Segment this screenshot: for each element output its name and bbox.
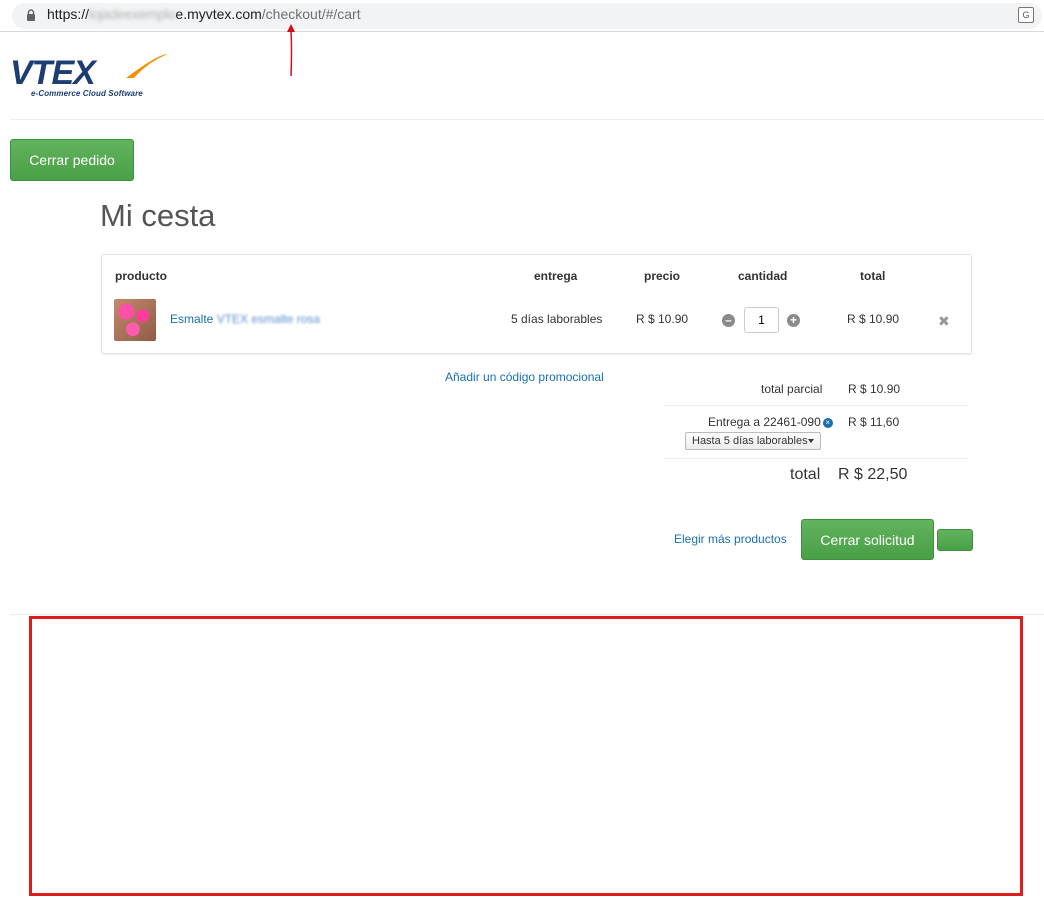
add-promo-code-link[interactable]: Añadir un código promocional xyxy=(445,370,604,384)
header-divider xyxy=(10,119,1044,120)
column-header-delivery: entrega xyxy=(534,269,578,283)
cart-table: producto entrega precio cantidad total E… xyxy=(101,254,972,354)
footer-divider xyxy=(10,614,1044,615)
annotation-highlight-box xyxy=(29,616,1023,896)
column-header-price: precio xyxy=(644,269,681,283)
column-header-quantity: cantidad xyxy=(738,269,788,283)
item-delivery: 5 días laborables xyxy=(511,312,603,326)
remove-item-icon[interactable]: ✖ xyxy=(938,313,950,330)
continue-shopping-link[interactable]: Elegir más productos xyxy=(674,532,787,546)
annotation-arrow-icon xyxy=(287,24,295,77)
summary-divider xyxy=(664,405,968,406)
translate-icon[interactable]: G xyxy=(1018,7,1034,23)
submit-order-button[interactable]: Cerrar solicitud xyxy=(801,519,934,560)
page-title: Mi cesta xyxy=(100,198,216,233)
item-price: R $ 10.90 xyxy=(636,312,689,326)
increase-quantity-icon[interactable]: + xyxy=(787,314,800,327)
subtotal-label: total parcial xyxy=(761,382,823,396)
column-header-total: total xyxy=(860,269,886,283)
product-name-link[interactable]: Esmalte VTEX esmalte rosa xyxy=(170,312,320,326)
shipping-value: R $ 11,60 xyxy=(848,415,900,429)
column-header-product: producto xyxy=(115,269,167,283)
subtotal-value: R $ 10.90 xyxy=(848,382,901,396)
close-order-button[interactable]: Cerrar pedido xyxy=(10,139,134,181)
item-total: R $ 10.90 xyxy=(847,312,900,326)
lock-icon[interactable] xyxy=(26,9,36,21)
browser-address-bar: https://lojadeexemploe.myvtex.com/checko… xyxy=(0,0,1044,32)
logo-tagline: e-Commerce Cloud Software xyxy=(31,89,143,98)
url-text[interactable]: https://lojadeexemploe.myvtex.com/checko… xyxy=(47,6,361,22)
product-thumbnail[interactable] xyxy=(114,299,156,341)
total-value: R $ 22,50 xyxy=(838,466,908,483)
shipping-option-select[interactable]: Hasta 5 días laborables xyxy=(685,432,821,450)
shipping-label: Entrega a 22461-090 × xyxy=(708,415,833,429)
secondary-green-button[interactable] xyxy=(937,529,973,551)
svg-text:VTEX: VTEX xyxy=(10,54,98,92)
total-label: total xyxy=(790,466,821,483)
decrease-quantity-icon[interactable]: – xyxy=(722,314,735,327)
summary-divider xyxy=(664,458,968,459)
remove-postal-code-icon[interactable]: × xyxy=(822,417,833,428)
quantity-input[interactable] xyxy=(744,307,779,333)
